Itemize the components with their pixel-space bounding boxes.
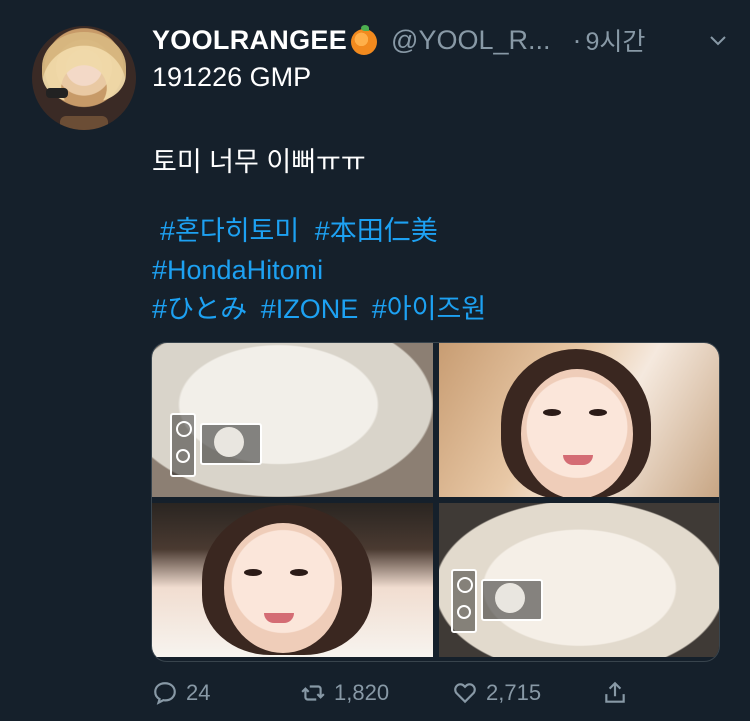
hashtag-link[interactable]: #ひとみ	[152, 294, 247, 324]
separator-dot: ·	[572, 24, 582, 55]
watermark-logo	[200, 423, 262, 465]
hashtag-row-3: #ひとみ #IZONE #아이즈원	[152, 290, 486, 329]
hashtag-link[interactable]: #IZONE	[261, 294, 359, 324]
photo-4[interactable]	[439, 503, 719, 657]
eye	[543, 409, 561, 416]
photo-3[interactable]	[152, 503, 433, 657]
watermark-icon	[451, 569, 477, 633]
reply-icon	[154, 682, 176, 705]
action-bar: 24 1,820 2,715	[152, 676, 652, 710]
eye	[244, 569, 262, 576]
reply-count: 24	[186, 680, 211, 705]
author-handle[interactable]: @YOOL_R...	[391, 25, 550, 56]
author-name[interactable]: YOOLRANGEE	[152, 25, 347, 56]
face-shape	[521, 369, 633, 497]
eye	[290, 569, 308, 576]
share-button[interactable]	[602, 680, 628, 706]
eye	[589, 409, 607, 416]
heart-icon	[454, 683, 476, 704]
face-shape	[224, 523, 342, 653]
avatar[interactable]	[32, 26, 136, 130]
hashtag-link[interactable]: #혼다히토미	[160, 216, 299, 246]
retweet-icon	[301, 685, 325, 701]
chevron-down-icon[interactable]	[708, 30, 728, 50]
reply-button[interactable]: 24	[152, 680, 300, 706]
watermark-icon	[170, 413, 196, 477]
avatar-mic	[46, 88, 68, 98]
hashtag-link[interactable]: #HondaHitomi	[152, 255, 323, 285]
photo-1[interactable]	[152, 343, 433, 497]
orange-emoji-icon	[351, 25, 378, 55]
hashtag-link[interactable]: #아이즈원	[372, 294, 486, 324]
hashtag-row-2: #HondaHitomi	[152, 251, 323, 290]
tweet-header: YOOLRANGEE @YOOL_R... · 9시간	[152, 20, 728, 60]
tweet-text-line1: 191226 GMP	[152, 62, 312, 92]
retweet-button[interactable]: 1,820	[300, 680, 452, 706]
timestamp[interactable]: 9시간	[586, 22, 646, 58]
tweet-text-line2: 토미 너무 이뻐ㅠㅠ	[152, 147, 366, 177]
avatar-collar	[60, 116, 108, 130]
media-grid	[151, 342, 720, 662]
hashtag-link[interactable]: #本田仁美	[315, 216, 438, 246]
photo-2[interactable]	[439, 343, 719, 497]
hashtag-row-1: #혼다히토미 #本田仁美	[152, 212, 438, 251]
retweet-count: 1,820	[334, 680, 390, 705]
share-icon	[605, 681, 625, 703]
watermark-logo	[481, 579, 543, 621]
like-count: 2,715	[486, 680, 542, 705]
like-button[interactable]: 2,715	[452, 680, 602, 706]
